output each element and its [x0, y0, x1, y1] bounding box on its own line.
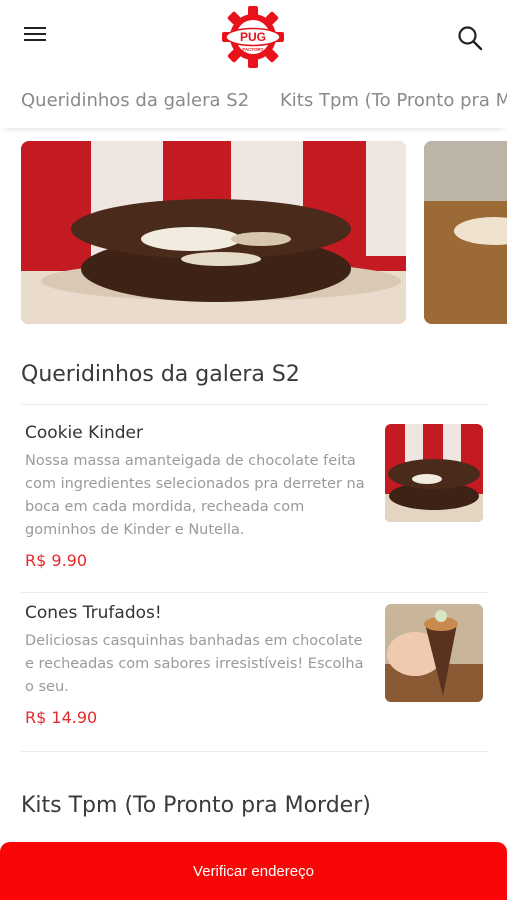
divider — [21, 751, 488, 752]
product-card-cookie-kinder[interactable]: Cookie Kinder Nossa massa amanteigada de… — [21, 423, 488, 583]
tab-kits-tpm[interactable]: Kits Tpm (To Pronto pra Morder) — [280, 90, 507, 111]
product-price: R$ 9.90 — [25, 551, 88, 570]
product-image — [385, 604, 483, 702]
search-icon[interactable] — [456, 24, 484, 52]
category-tabs: Queridinhos da galera S2 Kits Tpm (To Pr… — [0, 78, 507, 128]
banner-secondary[interactable] — [424, 141, 507, 324]
tab-queridinhos[interactable]: Queridinhos da galera S2 — [21, 90, 249, 111]
product-description: Deliciosas casquinhas banhadas em chocol… — [25, 633, 364, 695]
product-name: Cones Trufados! — [25, 603, 162, 623]
product-card-cones-trufados[interactable]: Cones Trufados! Deliciosas casquinhas ba… — [21, 603, 488, 743]
verify-address-button[interactable]: Verificar endereço — [0, 842, 507, 900]
section-title-kits-tpm: Kits Tpm (To Pronto pra Morder) — [21, 793, 371, 818]
section-title-queridinhos: Queridinhos da galera S2 — [21, 362, 300, 387]
app-header: PUG FACTORY — [0, 0, 507, 75]
product-price: R$ 14.90 — [25, 708, 98, 727]
banner-carousel[interactable] — [0, 141, 507, 326]
svg-text:PUG: PUG — [240, 30, 266, 44]
product-name: Cookie Kinder — [25, 423, 143, 443]
product-description: Nossa massa amanteigada de chocolate fei… — [25, 453, 365, 538]
pug-factory-logo[interactable]: PUG FACTORY — [221, 5, 285, 69]
svg-text:FACTORY: FACTORY — [242, 47, 263, 52]
hamburger-menu-icon[interactable] — [22, 24, 48, 50]
banner-cookie-kinder[interactable] — [21, 141, 406, 324]
divider — [21, 592, 488, 593]
product-image — [385, 424, 483, 522]
divider — [21, 404, 488, 405]
